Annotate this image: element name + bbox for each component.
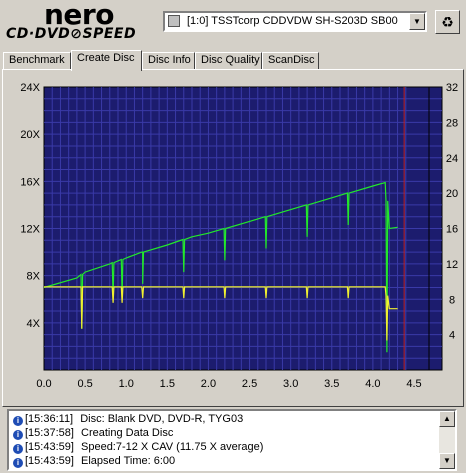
y-right-tick-label: 32 xyxy=(446,82,458,94)
y-right-tick-label: 12 xyxy=(446,259,458,271)
log-message: Speed:7-12 X CAV (11.75 X average) xyxy=(81,441,264,453)
y-left-tick-label: 12X xyxy=(20,224,40,236)
log-panel: i [15:36:11] Disc: Blank DVD, DVD-R, TYG0… xyxy=(7,409,457,471)
x-tick-label: 2.0 xyxy=(201,378,216,390)
log-entry: i [15:43:59] Speed:7-12 X CAV (11.75 X av… xyxy=(13,441,263,454)
y-right-tick-label: 4 xyxy=(449,330,455,342)
scroll-down-button[interactable]: ▼ xyxy=(439,453,455,469)
y-left-tick-label: 8X xyxy=(27,271,41,283)
x-tick-label: 3.0 xyxy=(283,378,298,390)
scroll-up-button[interactable]: ▲ xyxy=(439,411,455,427)
log-time: [15:43:59] xyxy=(25,455,74,467)
y-left-tick-label: 20X xyxy=(20,129,40,141)
x-tick-label: 3.5 xyxy=(324,378,339,390)
x-tick-label: 1.5 xyxy=(160,378,175,390)
log-message: Creating Data Disc xyxy=(81,427,174,439)
x-tick-label: 4.5 xyxy=(406,378,421,390)
log-entry: i [15:36:11] Disc: Blank DVD, DVD-R, TYG0… xyxy=(13,413,243,426)
y-right-tick-label: 16 xyxy=(446,224,458,236)
speed-chart: 4X 8X 12X 16X 20X 24X 4 8 12 16 20 24 28 32 0.0 0.5 1.0 1… xyxy=(20,82,458,390)
log-message: Elapsed Time: 6:00 xyxy=(81,455,176,467)
log-time: [15:37:58] xyxy=(25,427,74,439)
y-left-tick-label: 24X xyxy=(20,82,40,94)
y-right-tick-label: 24 xyxy=(446,153,458,165)
log-entry: i [15:43:59] Elapsed Time: 6:00 xyxy=(13,455,175,468)
log-time: [15:36:11] xyxy=(25,413,74,425)
y-left-tick-label: 16X xyxy=(20,176,40,188)
x-tick-label: 1.0 xyxy=(119,378,134,390)
log-entry: i [15:37:58] Creating Data Disc xyxy=(13,427,173,440)
info-icon: i xyxy=(13,444,23,454)
info-icon: i xyxy=(13,416,23,426)
y-right-tick-label: 8 xyxy=(449,294,455,306)
y-left-tick-label: 4X xyxy=(27,318,41,330)
y-right-tick-label: 28 xyxy=(446,117,458,129)
info-icon: i xyxy=(13,458,23,468)
x-tick-label: 0.0 xyxy=(36,378,51,390)
tab-create-disc[interactable]: Create Disc xyxy=(71,50,142,71)
x-tick-label: 0.5 xyxy=(77,378,92,390)
x-tick-label: 2.5 xyxy=(242,378,257,390)
log-time: [15:43:59] xyxy=(25,441,74,453)
x-tick-label: 4.0 xyxy=(365,378,380,390)
info-icon: i xyxy=(13,430,23,440)
y-right-tick-label: 20 xyxy=(446,188,458,200)
log-message: Disc: Blank DVD, DVD-R, TYG03 xyxy=(80,413,244,425)
log-scrollbar[interactable]: ▲ ▼ xyxy=(439,411,455,469)
